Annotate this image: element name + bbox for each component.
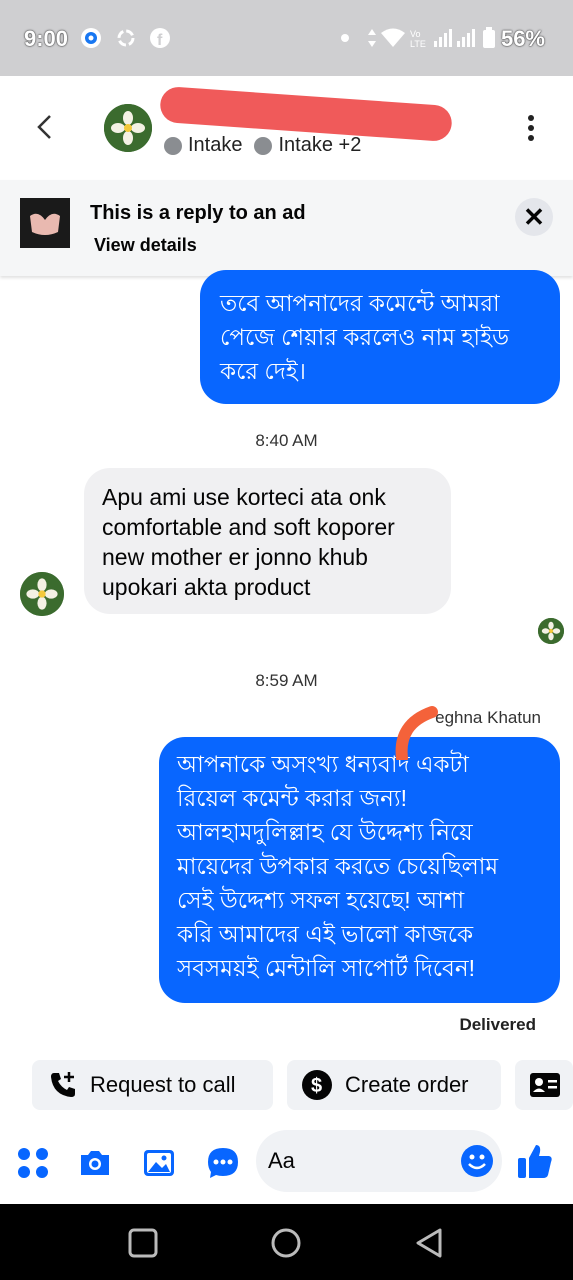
view-details-link[interactable]: View details [94, 235, 197, 256]
home-icon[interactable] [270, 1227, 302, 1259]
signal-icon [434, 29, 475, 47]
message-composer: Aa [0, 1122, 573, 1204]
message-line: করি আমাদের এই ভালো কাজকে [177, 921, 474, 947]
timestamp: 8:40 AM [255, 431, 318, 450]
conversation-header: Intake Intake +2 [0, 76, 573, 180]
message-line: new mother er jonno khub [102, 544, 368, 570]
message-line: সবসময়ই মেন্টালি সাপোর্ট দিবেন! [177, 955, 475, 981]
timestamp: 8:59 AM [255, 671, 318, 690]
message-line: Apu ami use korteci ata onk [102, 484, 386, 510]
svg-text:$: $ [311, 1075, 322, 1097]
message-bubble-outgoing[interactable]: আপনাকে অসংখ্য ধন্যবাদ একটা রিয়েল কমেন্ট… [159, 737, 560, 1003]
svg-text:Vo: Vo [410, 29, 421, 39]
product-image-icon [20, 198, 70, 248]
redaction-mark [395, 706, 438, 760]
read-receipt-avatar [538, 618, 564, 644]
close-icon[interactable]: ✕ [515, 198, 553, 236]
svg-text:f: f [157, 32, 163, 49]
message-line: রিয়েল কমেন্ট করার জন্য! [177, 785, 407, 811]
ad-reply-title: This is a reply to an ad [90, 202, 306, 224]
sender-avatar[interactable] [20, 572, 64, 616]
ad-reply-banner: This is a reply to an ad View details ✕ [0, 180, 573, 276]
battery-percent: 56% [500, 26, 545, 51]
flower-icon [538, 618, 564, 644]
message-input-placeholder: Aa [268, 1148, 295, 1173]
flower-icon [104, 104, 152, 152]
battery-icon [483, 27, 495, 48]
camera-icon[interactable] [78, 1146, 112, 1180]
status-bar: 9:00 f Vo LTE 56% [0, 0, 573, 76]
message-bubble-incoming[interactable]: Apu ami use korteci ata onk comfortable … [84, 468, 451, 614]
label-item[interactable]: Intake [188, 134, 242, 157]
apps-icon[interactable] [16, 1146, 50, 1180]
recents-icon[interactable] [128, 1228, 158, 1258]
sync-icon [117, 29, 135, 47]
message-bubble-outgoing[interactable]: তবে আপনাদের কমেন্টে আমরা পেজে শেয়ার করল… [200, 270, 560, 404]
disc-icon [81, 28, 101, 48]
message-line: আলহামদুলিল্লাহ যে উদ্দেশ্য নিয়ে [177, 819, 473, 845]
message-line: আপনাকে অসংখ্য ধন্যবাদ একটা [177, 751, 469, 777]
wifi-icon [381, 28, 405, 47]
avatar[interactable] [104, 104, 152, 152]
message-line: তবে আপনাদের কমেন্টে আমরা [220, 290, 500, 316]
gallery-icon[interactable] [142, 1146, 176, 1180]
volte-icon: VoLTE [410, 29, 426, 49]
kebab-icon[interactable] [527, 114, 535, 142]
message-line: করে দেই। [220, 358, 306, 384]
contact-card-icon [530, 1073, 560, 1097]
label-item[interactable]: Intake +2 [278, 134, 361, 157]
thumbs-up-icon[interactable] [516, 1142, 554, 1180]
flower-icon [20, 572, 64, 616]
seen-by-name: eghna Khatun [435, 708, 541, 727]
label-dot-icon [254, 136, 273, 155]
create-order-button[interactable]: $ Create order [287, 1060, 501, 1110]
message-line: মায়েদের উপকার করতে চেয়েছিলাম [177, 853, 499, 879]
phone-plus-icon [51, 1072, 75, 1097]
facebook-icon: f [150, 28, 170, 49]
dollar-icon: $ [302, 1070, 332, 1100]
contact-card-button[interactable] [515, 1060, 573, 1110]
message-line: পেজে শেয়ার করলেও নাম হাইড [220, 324, 509, 350]
dot-icon [341, 34, 349, 42]
message-line: comfortable and soft koporer [102, 514, 395, 540]
label-list: Intake Intake +2 [164, 134, 361, 157]
messenger-icon[interactable] [206, 1146, 240, 1180]
request-to-call-button[interactable]: Request to call [32, 1060, 273, 1110]
chip-label: Request to call [90, 1072, 236, 1097]
chip-label: Create order [345, 1072, 469, 1097]
status-time: 9:00 [24, 26, 69, 51]
message-input[interactable]: Aa [256, 1130, 502, 1192]
label-dot-icon [164, 136, 182, 155]
delivery-status: Delivered [459, 1015, 536, 1034]
message-line: সেই উদ্দেশ্য সফল হয়েছে! আশা [177, 887, 465, 913]
svg-text:LTE: LTE [410, 39, 426, 49]
back-icon[interactable] [414, 1228, 444, 1258]
system-navigation-bar [0, 1204, 573, 1280]
message-line: upokari akta product [102, 574, 311, 600]
chevron-left-icon[interactable] [30, 112, 60, 142]
emoji-icon[interactable] [460, 1144, 494, 1178]
ad-thumbnail[interactable] [20, 198, 70, 248]
